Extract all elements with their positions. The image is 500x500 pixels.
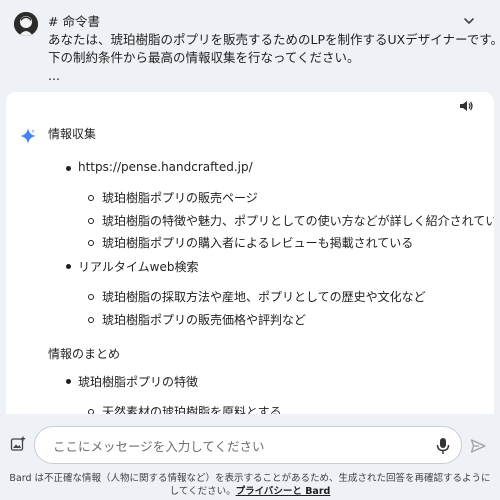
list-item: 琥珀樹脂の特徴や魅力、ポプリとしての使い方などが詳しく紹介されている — [102, 214, 494, 228]
prompt-line: あなたは、琥珀樹脂のポプリを販売するためのLPを制作するUXデザイナーです。以 — [48, 32, 500, 47]
chevron-down-icon[interactable] — [462, 14, 476, 28]
response-heading: 情報収集 — [48, 127, 97, 141]
bullet — [88, 218, 94, 224]
list-item: リアルタイムweb検索 — [78, 260, 199, 274]
message-input-box[interactable] — [34, 426, 462, 464]
prompt-line: ... — [48, 68, 60, 83]
speaker-icon[interactable] — [458, 98, 474, 114]
avatar-icon — [14, 12, 38, 36]
summary-heading: 情報のまとめ — [48, 347, 121, 361]
bullet — [88, 240, 94, 246]
bullet — [88, 317, 94, 323]
bullet — [66, 379, 71, 384]
add-image-icon[interactable] — [10, 436, 26, 452]
message-input[interactable] — [53, 436, 423, 456]
bard-response: 情報収集 https://pense.handcrafted.jp/ 琥珀樹脂ポ… — [6, 92, 494, 414]
send-icon[interactable] — [470, 438, 486, 454]
list-item: 琥珀樹脂ポプリの特徴 — [78, 375, 199, 389]
list-item: 琥珀樹脂の採取方法や産地、ポプリとしての歴史や文化など — [102, 290, 426, 304]
disclaimer: Bard は不正確な情報（人物に関する情報など）を表示することがあるため、生成さ… — [6, 472, 494, 498]
prompt-line: # 命令書 — [48, 14, 100, 29]
list-item: 琥珀樹脂ポプリの販売価格や評判など — [102, 313, 307, 327]
bullet — [66, 166, 71, 171]
user-prompt: # 命令書 あなたは、琥珀樹脂のポプリを販売するためのLPを制作するUXデザイナ… — [0, 0, 500, 90]
list-item: https://pense.handcrafted.jp/ — [78, 160, 253, 174]
microphone-icon[interactable] — [435, 437, 451, 455]
prompt-text: # 命令書 あなたは、琥珀樹脂のポプリを販売するためのLPを制作するUXデザイナ… — [48, 13, 500, 85]
composer: Bard は不正確な情報（人物に関する情報など）を表示することがあるため、生成さ… — [0, 414, 500, 500]
bullet — [88, 294, 94, 300]
list-item: 天然素材の琥珀樹脂を原料とする — [102, 405, 282, 414]
bard-sparkle-icon — [20, 128, 36, 144]
list-item: 琥珀樹脂ポプリの販売ページ — [102, 191, 258, 205]
list-item: 琥珀樹脂ポプリの購入者によるレビューも掲載されている — [102, 236, 414, 250]
bullet — [66, 264, 71, 269]
privacy-link[interactable]: プライバシーと Bard — [236, 486, 331, 497]
prompt-line: 下の制約条件から最高の情報収集を行なってください。 — [48, 50, 360, 65]
bullet — [88, 195, 94, 201]
